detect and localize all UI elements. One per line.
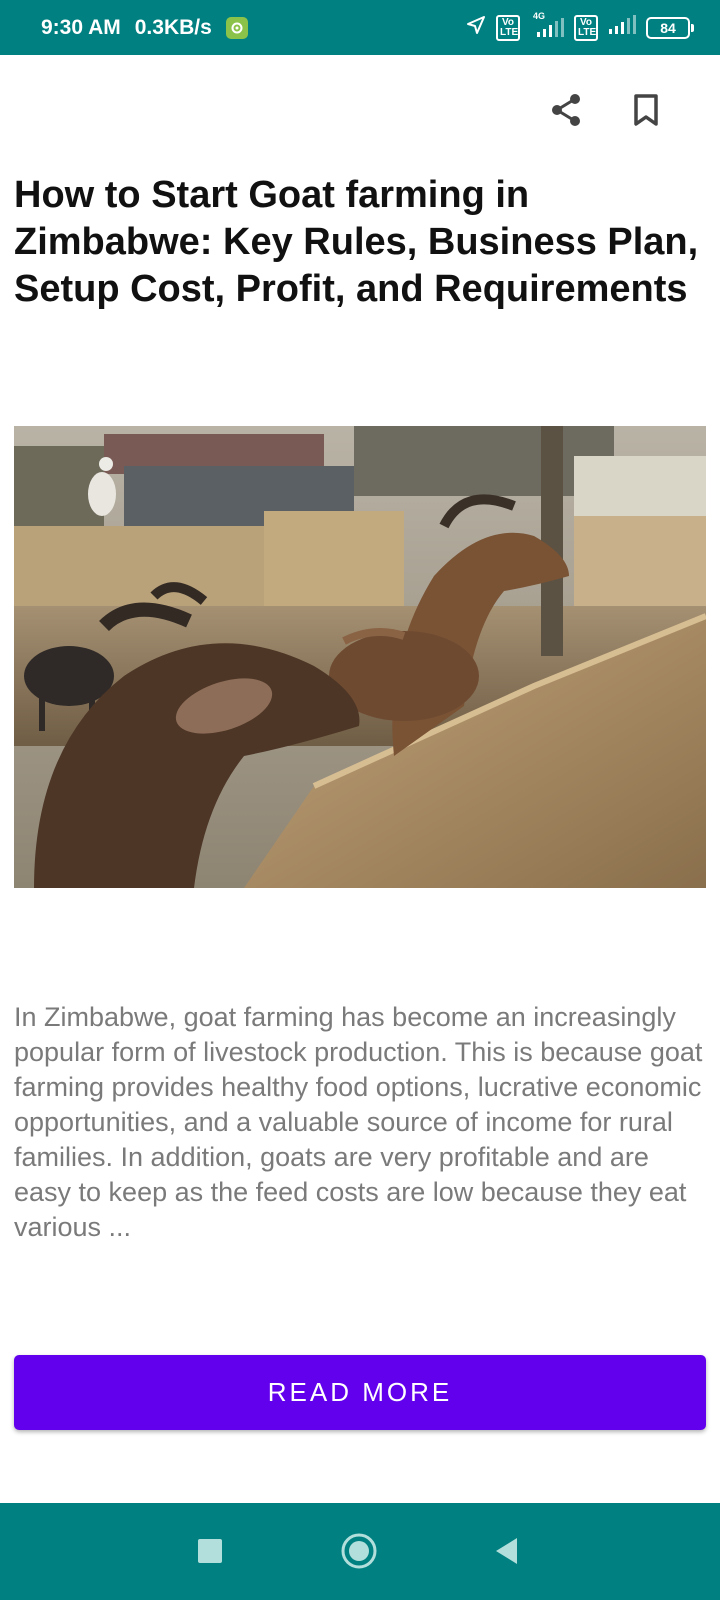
article-hero-image	[14, 426, 706, 888]
back-triangle-icon	[496, 1538, 517, 1564]
goats-at-stone-wall-image	[14, 426, 706, 888]
volte-icon-2: Vo LTE	[574, 14, 598, 41]
status-network-speed: 0.3KB/s	[134, 15, 212, 39]
recent-apps-button[interactable]	[182, 1523, 238, 1579]
share-icon	[552, 94, 580, 126]
volte-icon-1: Vo LTE	[496, 14, 520, 41]
back-button[interactable]	[479, 1523, 535, 1579]
bookmark-icon	[634, 94, 658, 126]
circle-icon	[341, 1533, 377, 1569]
status-bar: 9:30 AM 0.3KB/s Vo LTE 4G Vo LTE 84	[0, 0, 720, 55]
battery-icon: 84	[646, 16, 694, 39]
network-type-label: 4G	[533, 10, 546, 21]
location-icon	[465, 14, 487, 41]
square-icon	[198, 1539, 222, 1563]
share-button[interactable]	[544, 88, 588, 132]
home-button[interactable]	[331, 1523, 387, 1579]
signal-icon-1: 4G	[529, 11, 565, 39]
article-title: How to Start Goat farming in Zimbabwe: K…	[14, 174, 699, 310]
read-more-button[interactable]: READ MORE	[14, 1355, 706, 1430]
signal-icon-2	[607, 14, 637, 41]
bookmark-button[interactable]	[624, 88, 668, 132]
article-excerpt: In Zimbabwe, goat farming has become an …	[14, 1002, 703, 1242]
status-time: 9:30 AM	[41, 15, 121, 39]
status-left: 9:30 AM 0.3KB/s	[41, 0, 248, 55]
status-right: Vo LTE 4G Vo LTE 84	[465, 0, 694, 55]
system-nav-bar	[0, 1503, 720, 1600]
app-notification-icon	[225, 16, 248, 39]
